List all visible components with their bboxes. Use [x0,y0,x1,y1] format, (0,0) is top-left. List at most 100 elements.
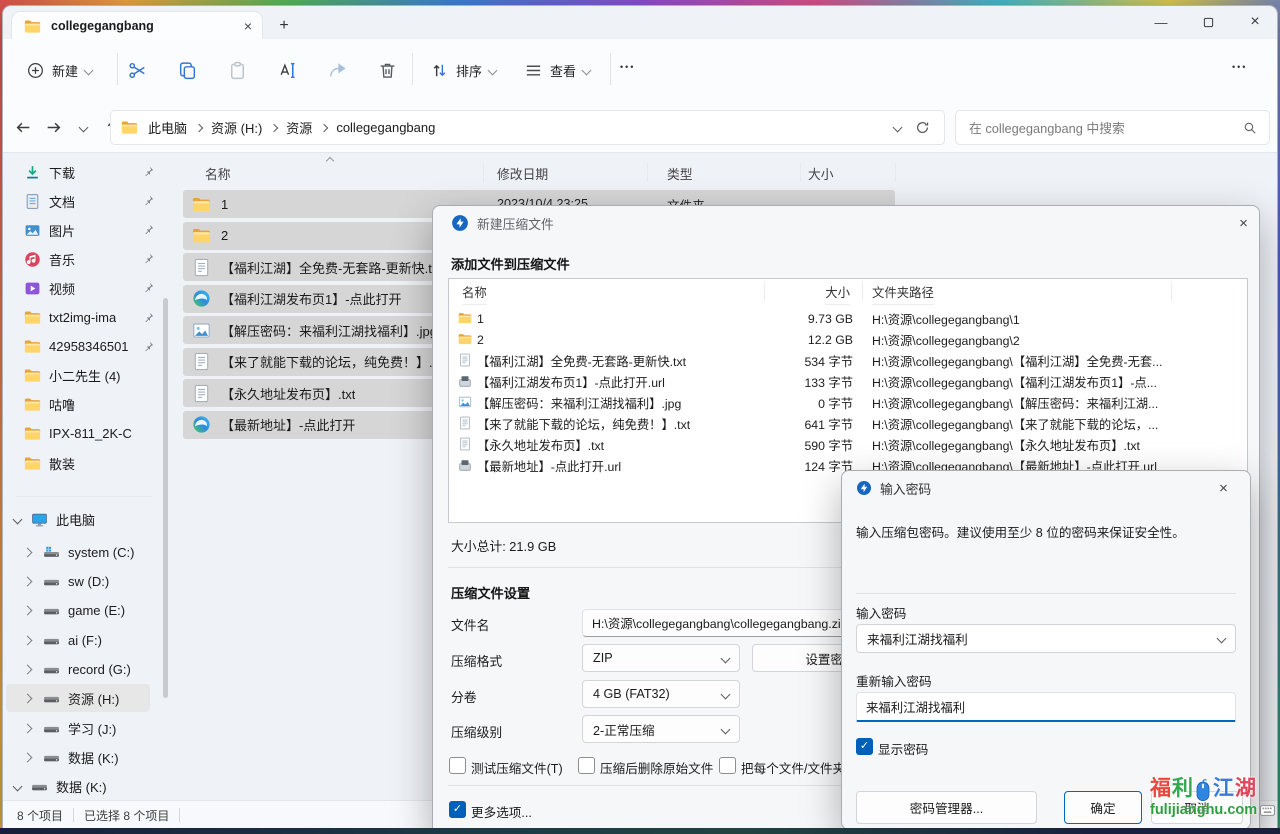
archive-file-row[interactable]: 【福利江湖】全免费-无套路-更新快.txt534 字节H:\资源\college… [449,350,1247,371]
breadcrumb-separator-icon[interactable] [320,123,328,131]
new-tab-button[interactable]: + [272,14,296,38]
sidebar-drive-2[interactable]: sw (D:) [6,567,150,595]
chevron-right-icon[interactable] [23,664,33,674]
password-manager-button[interactable]: 密码管理器... [856,791,1037,824]
refresh-icon[interactable] [915,120,930,135]
sidebar-item-6[interactable]: txt2img-ima [6,304,158,332]
reenter-password-input[interactable]: 来福利江湖找福利 [856,692,1236,722]
chevron-right-icon[interactable] [23,693,33,703]
breadcrumb-separator-icon[interactable] [195,123,203,131]
password-combo[interactable]: 来福利江湖找福利 [856,624,1236,653]
sidebar-drive-expanded[interactable]: 数据 (K:) [6,772,158,800]
copy-button[interactable] [171,54,203,86]
breadcrumb-item[interactable]: 资源 [286,118,312,137]
more-options-checkbox[interactable]: ✓ [449,801,466,818]
back-button[interactable] [8,112,38,142]
volume-select[interactable]: 4 GB (FAT32) [582,680,740,708]
ok-button[interactable]: 确定 [1064,791,1142,824]
archive-file-row[interactable]: 【来了就能下载的论坛，纯免费！】.txt641 字节H:\资源\collegeg… [449,413,1247,434]
close-button[interactable]: × [1240,9,1270,35]
minimize-button[interactable]: — [1146,9,1176,35]
column-header-date[interactable]: 修改日期 [497,160,548,186]
sort-button[interactable]: 排序 [422,53,504,87]
chevron-right-icon[interactable] [23,576,33,586]
cut-button[interactable] [121,54,153,86]
archive-option-checkbox-2[interactable] [578,757,595,774]
address-dropdown-icon[interactable] [893,123,903,133]
explorer-tab[interactable]: collegegangbang × [12,12,262,40]
sidebar-item-2[interactable]: 文档 [6,187,158,215]
forward-button[interactable] [38,112,68,142]
chevron-right-icon[interactable] [23,723,33,733]
breadcrumb-item[interactable]: collegegangbang [336,120,435,135]
sidebar-item-11[interactable]: 散装 [6,449,158,477]
column-header-size[interactable]: 大小 [808,160,834,186]
sidebar-item-10[interactable]: IPX-811_2K-C [6,420,158,448]
drive-icon [43,661,60,678]
sidebar-drive-4[interactable]: ai (F:) [6,626,150,654]
breadcrumb-item[interactable]: 资源 (H:) [211,118,262,137]
sidebar-item-9[interactable]: 咕噜 [6,391,158,419]
share-button[interactable] [321,54,353,86]
archive-col-size[interactable]: 大小 [825,279,850,305]
sidebar-item-1[interactable]: 下载 [6,158,158,186]
chevron-right-icon[interactable] [23,752,33,762]
archive-file-row[interactable]: 212.2 GBH:\资源\collegegangbang\2 [449,329,1247,350]
breadcrumb-separator-icon[interactable] [270,123,278,131]
new-button[interactable]: 新建 [18,53,100,87]
sidebar-scrollbar[interactable] [163,298,168,698]
sidebar-item-8[interactable]: 小二先生 (4) [6,362,158,390]
see-more-button[interactable]: ••• [620,62,635,72]
column-header-type[interactable]: 类型 [667,160,693,186]
delete-button[interactable] [371,54,403,86]
sidebar-drive-3[interactable]: game (E:) [6,596,150,624]
sidebar-drive-6[interactable]: 资源 (H:) [6,684,150,712]
chevron-right-icon[interactable] [23,605,33,615]
sidebar-drive-1[interactable]: system (C:) [6,538,150,566]
chevron-down-icon[interactable] [13,514,23,524]
archive-file-row[interactable]: 【解压密码：来福利江湖找福利】.jpg0 字节H:\资源\collegegang… [449,392,1247,413]
column-divider[interactable] [895,163,896,182]
sidebar-drive-8[interactable]: 数据 (K:) [6,743,150,771]
see-more-right-button[interactable]: ••• [1232,62,1247,72]
maximize-button[interactable] [1193,9,1223,35]
file-name: 【来了就能下载的论坛，纯免费！】.txt [221,352,446,371]
rename-button[interactable] [271,54,303,86]
sidebar-item-7[interactable]: 42958346501 [6,333,158,361]
password-dialog-close-icon[interactable]: × [1214,479,1233,498]
archive-file-row[interactable]: 19.73 GBH:\资源\collegegangbang\1 [449,308,1247,329]
column-divider[interactable] [800,163,801,182]
sidebar-item-5[interactable]: 视频 [6,274,158,302]
archive-option-checkbox-1[interactable] [449,757,466,774]
archive-dialog-close-icon[interactable]: × [1234,214,1253,233]
archive-file-row[interactable]: 【福利江湖发布页1】-点此打开.url133 字节H:\资源\collegega… [449,371,1247,392]
sidebar-item-3[interactable]: 图片 [6,216,158,244]
search-box[interactable]: 在 collegegangbang 中搜索 [955,110,1270,145]
format-select[interactable]: ZIP [582,644,740,672]
archive-col-path[interactable]: 文件夹路径 [872,279,934,305]
chevron-down-icon[interactable] [13,781,23,791]
breadcrumb-item[interactable]: 此电脑 [148,118,187,137]
view-button[interactable]: 查看 [516,53,598,87]
archive-option-checkbox-3[interactable] [719,757,736,774]
column-divider[interactable] [647,163,648,182]
password-dialog-titlebar[interactable]: 输入密码 [842,471,1250,505]
paste-button[interactable] [221,54,253,86]
show-password-checkbox[interactable]: ✓ [856,738,873,755]
column-divider[interactable] [483,163,484,182]
archive-col-name[interactable]: 名称 [462,279,487,305]
address-bar[interactable]: 此电脑 资源 (H:) 资源 collegegangbang [110,110,945,145]
sidebar-item-4[interactable]: 音乐 [6,245,158,273]
sidebar-drive-5[interactable]: record (G:) [6,655,150,683]
archive-file-row[interactable]: 【永久地址发布页】.txt590 字节H:\资源\collegegangbang… [449,434,1247,455]
recent-locations-button[interactable] [68,112,98,142]
sidebar-drive-7[interactable]: 学习 (J:) [6,714,150,742]
archive-dialog-titlebar[interactable]: 新建压缩文件 [433,206,1259,240]
tab-close-icon[interactable]: × [244,18,252,34]
taskbar[interactable] [0,828,1280,834]
level-select[interactable]: 2-正常压缩 [582,715,740,743]
chevron-right-icon[interactable] [23,547,33,557]
chevron-right-icon[interactable] [23,635,33,645]
sidebar-this-pc[interactable]: 此电脑 [6,505,158,533]
column-header-name[interactable]: 名称 [205,160,231,186]
